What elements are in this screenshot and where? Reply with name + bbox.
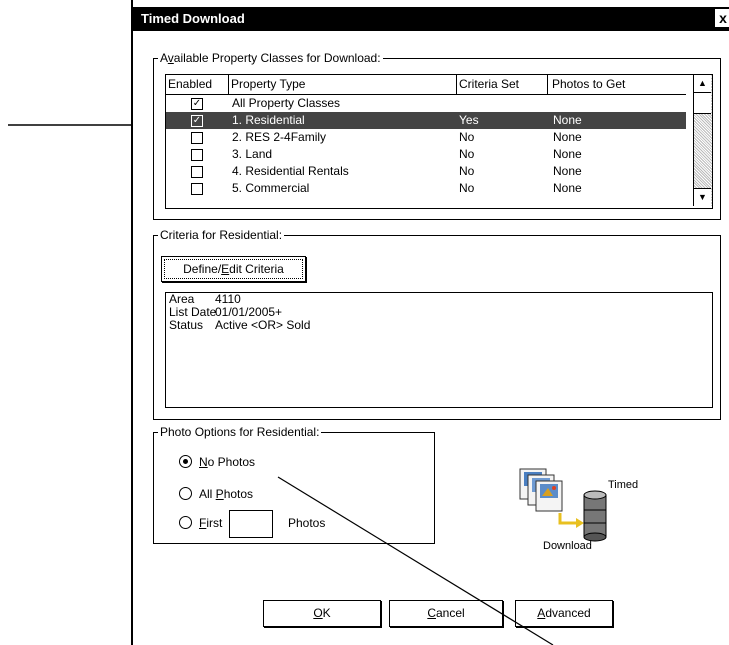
annotation-diagonal-line (277, 476, 554, 645)
